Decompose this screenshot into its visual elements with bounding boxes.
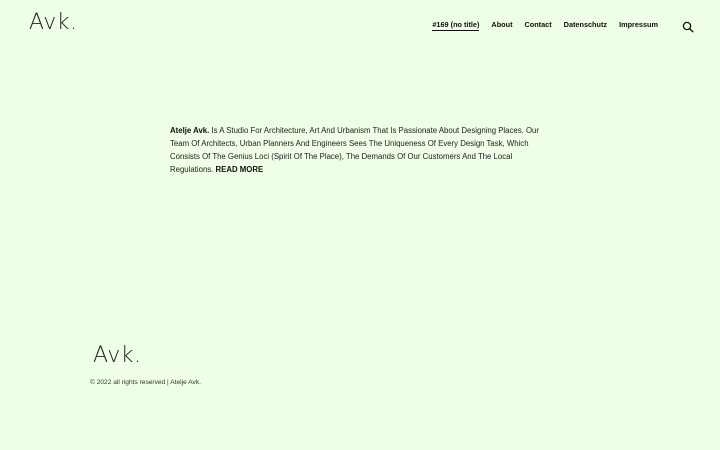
site-logo[interactable]: Avk.: [29, 10, 78, 35]
studio-name: Atelje Avk.: [170, 126, 210, 135]
search-button[interactable]: [682, 20, 694, 33]
read-more-link[interactable]: READ MORE: [216, 165, 264, 174]
nav-item-about[interactable]: About: [491, 20, 512, 31]
nav-item-no-title[interactable]: #169 (no title): [432, 20, 480, 31]
intro-paragraph: Atelje Avk. Is A Studio For Architecture…: [170, 124, 555, 176]
copyright-text: © 2022 all rights reserved | Atelje Avk.: [90, 379, 201, 386]
nav-item-impressum[interactable]: Impressum: [619, 20, 658, 31]
search-icon: [682, 21, 694, 33]
nav-item-contact[interactable]: Contact: [525, 20, 552, 31]
main-nav: #169 (no title) About Contact Datenschut…: [432, 20, 658, 31]
footer-logo: Avk.: [93, 343, 142, 368]
nav-item-datenschutz[interactable]: Datenschutz: [564, 20, 607, 31]
